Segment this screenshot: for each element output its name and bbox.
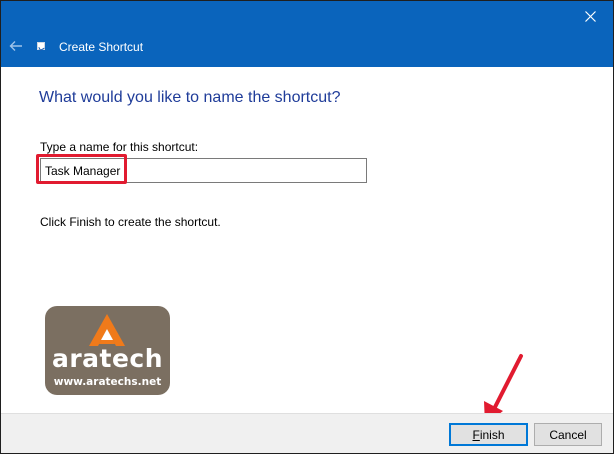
watermark-logo: aratech www.aratechs.net bbox=[45, 306, 170, 395]
create-shortcut-window: Create Shortcut What would you like to n… bbox=[0, 0, 614, 454]
logo-url-text: www.aratechs.net bbox=[53, 376, 162, 388]
finish-label: inish bbox=[479, 427, 505, 442]
shortcut-name-label: Type a name for this shortcut: bbox=[40, 140, 199, 154]
back-arrow-icon bbox=[9, 41, 22, 51]
back-button[interactable] bbox=[5, 35, 27, 57]
shortcut-name-input[interactable] bbox=[40, 158, 367, 183]
instruction-text: Click Finish to create the shortcut. bbox=[40, 215, 221, 229]
dialog-footer: Finish Cancel bbox=[1, 413, 613, 453]
close-icon bbox=[584, 10, 596, 22]
logo-brand-text: aratech bbox=[51, 344, 164, 373]
window-title: Create Shortcut bbox=[59, 40, 144, 54]
title-bar: Create Shortcut bbox=[1, 1, 613, 67]
cancel-button[interactable]: Cancel bbox=[534, 423, 602, 446]
page-heading: What would you like to name the shortcut… bbox=[39, 89, 341, 106]
close-button[interactable] bbox=[567, 1, 613, 31]
shortcut-icon bbox=[37, 42, 45, 50]
finish-button[interactable]: Finish bbox=[449, 423, 528, 446]
finish-accelerator: F bbox=[472, 427, 480, 442]
